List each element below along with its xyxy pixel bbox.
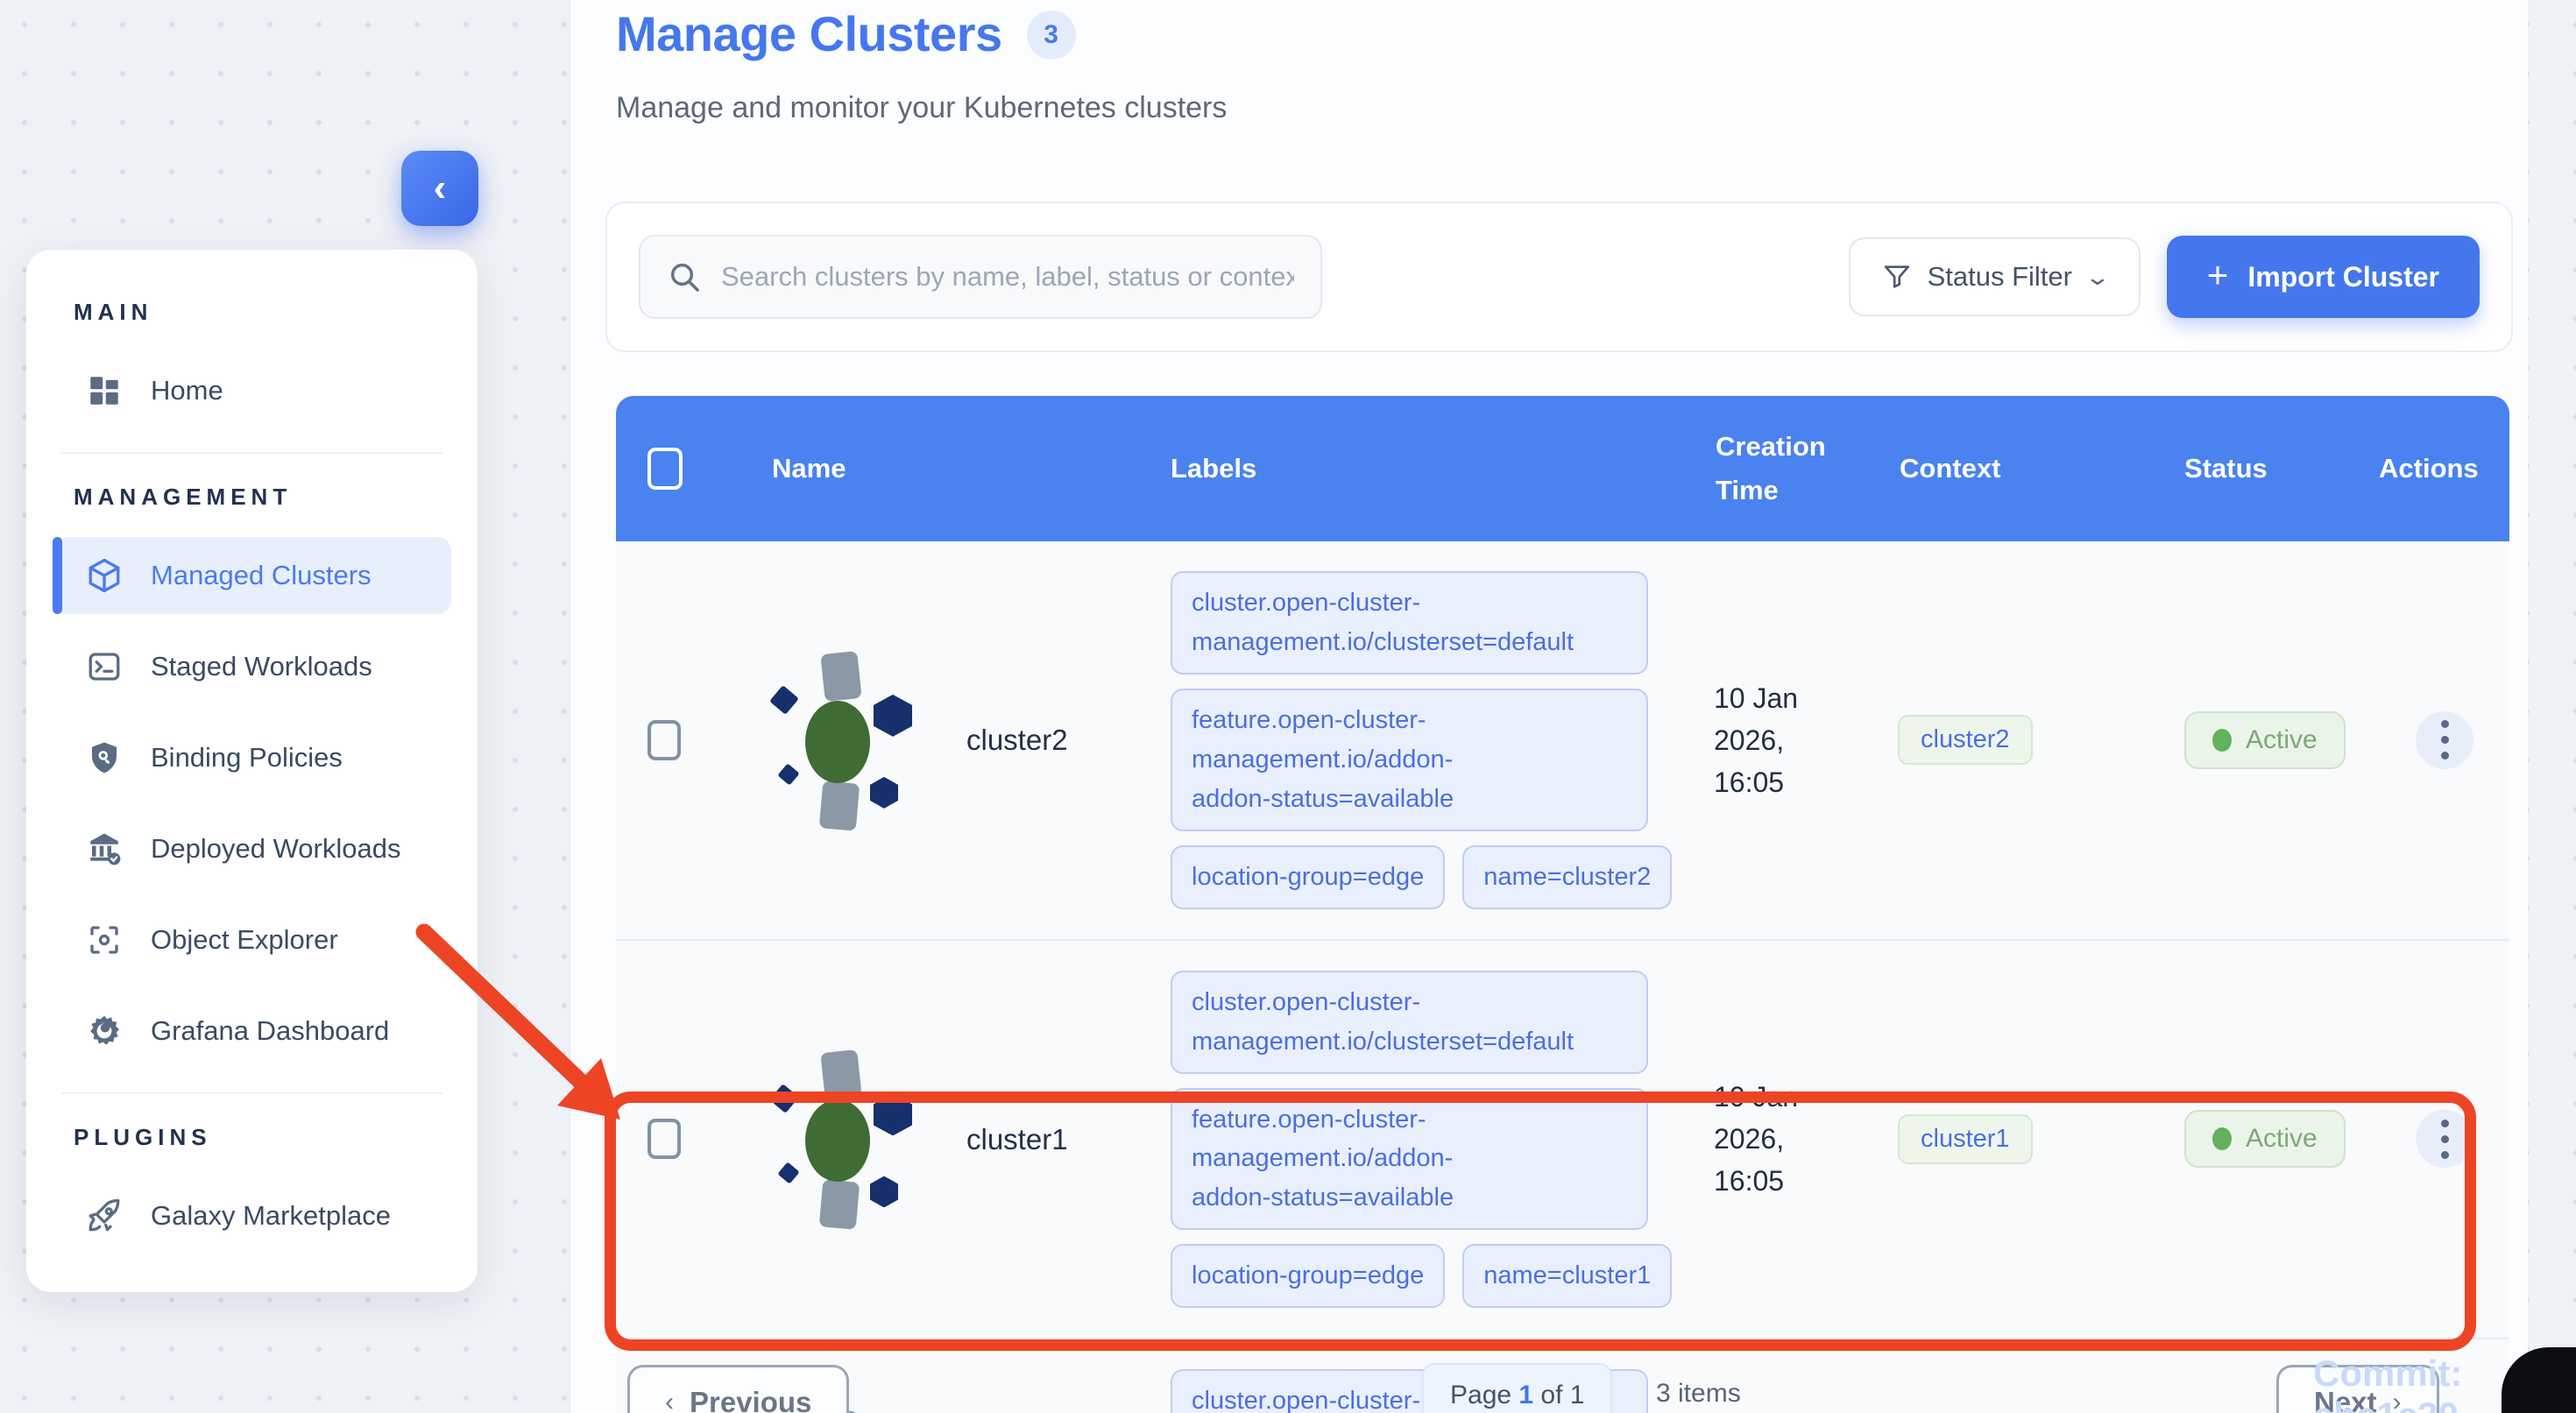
sidebar-item-label: Deployed Workloads bbox=[151, 833, 400, 865]
cluster-icon bbox=[772, 1051, 903, 1226]
sidebar-item-label: Managed Clusters bbox=[151, 560, 372, 591]
toolbar-card: Status Filter ⌄ + Import Cluster bbox=[605, 201, 2513, 352]
status-badge: Active bbox=[2184, 711, 2346, 769]
sidebar-item-label: Staged Workloads bbox=[151, 651, 372, 682]
cube-icon bbox=[86, 557, 123, 594]
sidebar-section-title: MAIN bbox=[53, 299, 451, 326]
home-grid-icon bbox=[86, 372, 123, 409]
search-icon bbox=[667, 259, 702, 294]
status-filter-label: Status Filter bbox=[1928, 261, 2072, 293]
sidebar-section-title: MANAGEMENT bbox=[53, 484, 451, 511]
select-all-checkbox[interactable] bbox=[648, 448, 683, 490]
page-subtitle: Manage and monitor your Kubernetes clust… bbox=[616, 91, 1227, 125]
chevron-down-icon: ⌄ bbox=[2084, 264, 2112, 291]
row-actions-kebab-button[interactable] bbox=[2416, 1110, 2473, 1168]
status-dot-icon bbox=[2212, 729, 2232, 752]
table-row-cluster2[interactable]: cluster2 cluster.open-cluster- managemen… bbox=[616, 541, 2509, 939]
cluster-name: cluster2 bbox=[966, 717, 1068, 762]
page-header: Manage Clusters 3 bbox=[616, 5, 1076, 62]
column-header-status: Status bbox=[2176, 453, 2377, 484]
scan-object-icon bbox=[86, 922, 123, 958]
column-header-context: Context bbox=[1891, 453, 2176, 484]
label-chip: location-group=edge bbox=[1171, 845, 1445, 909]
items-count-label: 3 items bbox=[1656, 1379, 1741, 1409]
page-title: Manage Clusters bbox=[616, 5, 1002, 62]
status-filter-button[interactable]: Status Filter ⌄ bbox=[1849, 237, 2141, 316]
cluster-name: cluster1 bbox=[966, 1117, 1068, 1162]
chevron-left-icon: ‹ bbox=[434, 166, 447, 210]
label-chip: cluster.open-cluster- management.io/clus… bbox=[1171, 971, 1648, 1074]
column-header-actions: Actions bbox=[2377, 453, 2509, 484]
label-chip: name=cluster2 bbox=[1462, 845, 1672, 909]
clusters-table: Name Labels Creation Time Context Status… bbox=[616, 396, 2509, 1413]
label-chip: cluster.open-cluster- management.io/clus… bbox=[1171, 571, 1648, 675]
sidebar-item-label: Home bbox=[151, 375, 223, 406]
label-chip: name=cluster1 bbox=[1462, 1244, 1672, 1308]
sidebar-divider bbox=[61, 1092, 442, 1094]
current-page: 1 bbox=[1518, 1381, 1533, 1409]
table-header-row: Name Labels Creation Time Context Status… bbox=[616, 396, 2509, 541]
sidebar-item-grafana-dashboard[interactable]: Grafana Dashboard bbox=[53, 993, 451, 1070]
row-checkbox[interactable] bbox=[648, 1119, 681, 1159]
sidebar-collapse-button[interactable]: ‹ bbox=[401, 151, 478, 226]
row-checkbox[interactable] bbox=[648, 720, 681, 760]
table-row-cluster1[interactable]: cluster1 cluster.open-cluster- managemen… bbox=[616, 939, 2509, 1339]
context-chip[interactable]: cluster2 bbox=[1898, 715, 2033, 765]
label-chip: feature.open-cluster-management.io/addon… bbox=[1171, 1088, 1648, 1231]
sidebar-item-galaxy-marketplace[interactable]: Galaxy Marketplace bbox=[53, 1177, 451, 1254]
label-chip: feature.open-cluster-management.io/addon… bbox=[1171, 689, 1648, 831]
sidebar-item-binding-policies[interactable]: Binding Policies bbox=[53, 719, 451, 796]
previous-label: Previous bbox=[690, 1386, 811, 1413]
sidebar-item-home[interactable]: Home bbox=[53, 352, 451, 429]
sidebar-item-label: Binding Policies bbox=[151, 742, 343, 774]
column-header-name: Name bbox=[704, 453, 1171, 484]
sidebar-item-object-explorer[interactable]: Object Explorer bbox=[53, 901, 451, 979]
plus-icon: + bbox=[2207, 257, 2229, 293]
creation-time: 10 Jan 2026, 16:05 bbox=[1707, 1076, 1847, 1202]
page-indicator: Page 1 of 1 bbox=[1422, 1363, 1612, 1413]
sidebar-item-deployed-workloads[interactable]: Deployed Workloads bbox=[53, 810, 451, 887]
cluster-icon bbox=[772, 653, 903, 828]
cluster-count-badge: 3 bbox=[1027, 11, 1076, 60]
column-header-labels: Labels bbox=[1171, 453, 1707, 484]
chevron-left-icon: ‹ bbox=[665, 1388, 674, 1413]
sidebar-item-label: Grafana Dashboard bbox=[151, 1015, 389, 1047]
sidebar-item-label: Object Explorer bbox=[151, 924, 338, 956]
sidebar-section-title: PLUGINS bbox=[53, 1124, 451, 1151]
column-header-creation-time: Creation Time bbox=[1707, 425, 1856, 512]
creation-time: 10 Jan 2026, 16:05 bbox=[1707, 677, 1847, 803]
search-input[interactable] bbox=[721, 261, 1294, 293]
import-cluster-button[interactable]: + Import Cluster bbox=[2167, 236, 2480, 318]
sidebar-item-staged-workloads[interactable]: Staged Workloads bbox=[53, 628, 451, 705]
sidebar: MAIN Home MANAGEMENT Managed Clusters Sta… bbox=[26, 250, 478, 1292]
sidebar-item-label: Galaxy Marketplace bbox=[151, 1200, 391, 1232]
table-body: cluster2 cluster.open-cluster- managemen… bbox=[616, 541, 2509, 1413]
context-chip[interactable]: cluster1 bbox=[1898, 1114, 2033, 1164]
sidebar-item-managed-clusters[interactable]: Managed Clusters bbox=[53, 537, 451, 614]
labels-cell: cluster.open-cluster- management.io/clus… bbox=[1171, 941, 1707, 1339]
rocket-icon bbox=[86, 1198, 123, 1234]
labels-cell: cluster.open-cluster- management.io/clus… bbox=[1171, 541, 1707, 939]
import-cluster-label: Import Cluster bbox=[2247, 261, 2439, 293]
bank-check-icon bbox=[86, 830, 123, 867]
filter-funnel-icon bbox=[1882, 262, 1912, 292]
terminal-icon bbox=[86, 648, 123, 685]
label-chip: location-group=edge bbox=[1171, 1244, 1445, 1308]
row-actions-kebab-button[interactable] bbox=[2416, 711, 2473, 769]
sidebar-divider bbox=[61, 452, 442, 454]
status-dot-icon bbox=[2212, 1127, 2232, 1150]
shield-search-icon bbox=[86, 739, 123, 776]
status-badge: Active bbox=[2184, 1110, 2346, 1168]
previous-page-button[interactable]: ‹ Previous bbox=[627, 1365, 849, 1413]
grafana-gear-icon bbox=[86, 1013, 123, 1049]
search-box[interactable] bbox=[639, 235, 1322, 319]
